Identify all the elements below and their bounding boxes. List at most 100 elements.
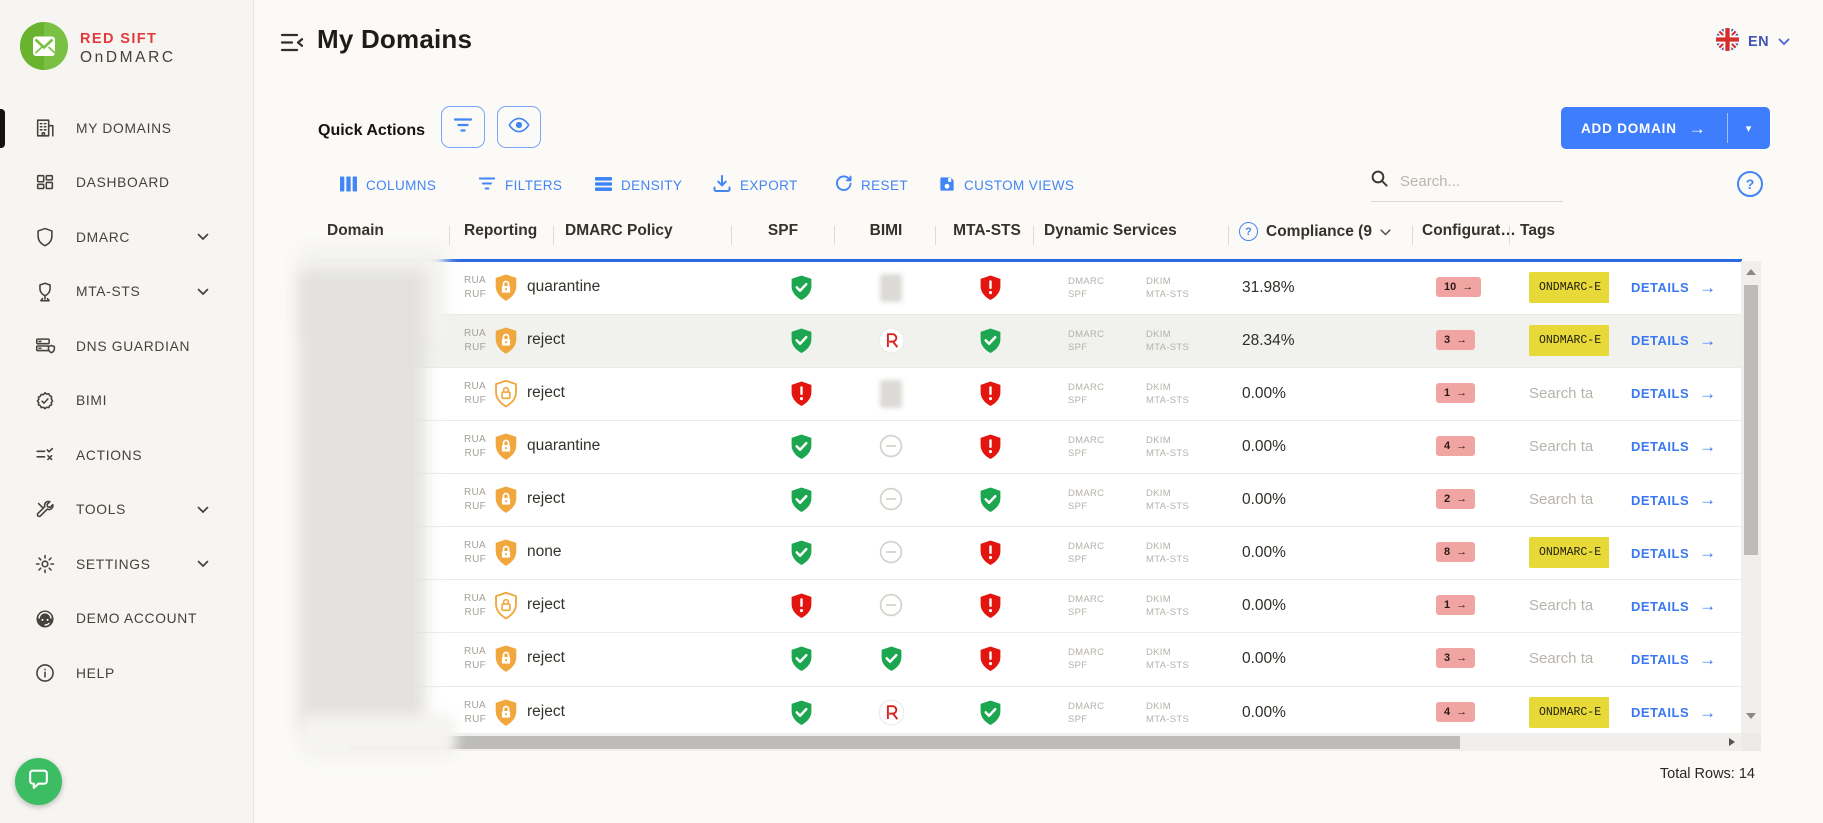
language-selector[interactable]: EN	[1716, 28, 1790, 56]
column-header-configuration[interactable]: Configurat…	[1422, 222, 1516, 240]
dmarc-policy-value: quarantine	[527, 437, 600, 455]
tag-badge[interactable]: ONDMARC-E	[1529, 537, 1611, 568]
search-input[interactable]	[1398, 172, 1552, 191]
sidebar-item-tools[interactable]: TOOLS	[0, 483, 253, 538]
spf-status-pass-icon	[770, 539, 832, 572]
toolbar-button-custom-views[interactable]: CUSTOM VIEWS	[939, 172, 1074, 198]
sidebar-item-mta-sts[interactable]: MTA-STS	[0, 265, 253, 320]
column-header-compliance[interactable]: ? Compliance (9	[1239, 222, 1391, 241]
tag-badge[interactable]: ONDMARC-E	[1529, 697, 1611, 728]
table-row[interactable]: RUARUFrejectDMARCSPFDKIMMTA-STS0.00%4 →O…	[318, 687, 1742, 740]
details-link[interactable]: DETAILS→	[1609, 474, 1741, 526]
arrow-right-icon: →	[1456, 493, 1467, 505]
scroll-down-arrow[interactable]	[1746, 713, 1756, 719]
configuration-badge[interactable]: 4 →	[1436, 702, 1475, 722]
details-link[interactable]: DETAILS→	[1609, 580, 1741, 632]
sidebar-item-demo-account[interactable]: DEMO ACCOUNT	[0, 592, 253, 647]
horizontal-scrollbar-thumb[interactable]	[348, 736, 1460, 749]
sidebar-item-help[interactable]: HELP	[0, 646, 253, 701]
columns-icon	[340, 176, 357, 195]
tag-badge[interactable]: ONDMARC-E	[1529, 325, 1611, 356]
column-header-spf[interactable]: SPF	[752, 222, 814, 240]
configuration-badge[interactable]: 1 →	[1436, 383, 1475, 403]
arrow-right-icon: →	[1456, 440, 1467, 452]
column-header-domain[interactable]: Domain	[327, 222, 384, 240]
chat-launcher-button[interactable]	[15, 758, 62, 805]
configuration-badge[interactable]: 4 →	[1436, 436, 1475, 456]
configuration-badge[interactable]: 1 →	[1436, 595, 1475, 615]
vertical-scrollbar-thumb[interactable]	[1744, 285, 1758, 555]
table-row[interactable]: RUARUFrejectDMARCSPFDKIMMTA-STS28.34%3 →…	[318, 315, 1742, 368]
mta-sts-status-pass-icon	[959, 699, 1021, 732]
add-domain-button[interactable]: ADD DOMAIN →	[1561, 107, 1727, 149]
table-row[interactable]: RUARUFquarantineDMARCSPFDKIMMTA-STS31.98…	[318, 262, 1742, 315]
sidebar-item-dmarc[interactable]: DMARC	[0, 210, 253, 265]
column-header-dmarc-policy[interactable]: DMARC Policy	[565, 222, 673, 240]
mta-sts-status-fail-icon	[959, 645, 1021, 678]
arrow-right-icon: →	[1456, 334, 1467, 346]
sidebar-item-actions[interactable]: ACTIONS	[0, 428, 253, 483]
details-link[interactable]: DETAILS→	[1609, 315, 1741, 367]
details-link[interactable]: DETAILS→	[1609, 421, 1741, 473]
blurred-bimi-logo	[880, 274, 902, 302]
vertical-scrollbar[interactable]	[1741, 261, 1761, 733]
column-header-bimi[interactable]: BIMI	[857, 222, 915, 240]
visibility-button[interactable]	[497, 106, 541, 148]
brand-logo[interactable]: RED SIFT OnDMARC	[20, 22, 176, 75]
toolbar-button-filters[interactable]: FILTERS	[478, 172, 562, 198]
spf-status-fail-icon	[770, 592, 832, 625]
column-header-mta-sts[interactable]: MTA-STS	[945, 222, 1029, 240]
configuration-badge[interactable]: 2 →	[1436, 489, 1475, 509]
configuration-badge[interactable]: 10 →	[1436, 277, 1481, 297]
sidebar-item-dashboard[interactable]: DASHBOARD	[0, 156, 253, 211]
tag-search-placeholder[interactable]: Search ta	[1529, 597, 1593, 614]
details-link[interactable]: DETAILS→	[1609, 527, 1741, 579]
column-header-reporting[interactable]: Reporting	[464, 222, 537, 240]
table-row[interactable]: RUARUFrejectDMARCSPFDKIMMTA-STS0.00%1 →S…	[318, 368, 1742, 421]
details-link[interactable]: DETAILS→	[1609, 262, 1741, 314]
help-circle-icon[interactable]: ?	[1239, 222, 1258, 241]
configuration-badge[interactable]: 3 →	[1436, 330, 1475, 350]
compliance-value: 0.00%	[1242, 544, 1286, 562]
sidebar-item-my-domains[interactable]: MY DOMAINS	[0, 101, 253, 156]
toolbar-button-export[interactable]: EXPORT	[713, 172, 798, 198]
bimi-status-not-set-icon	[860, 539, 922, 570]
scrollbar-corner	[1741, 733, 1761, 751]
tag-search-placeholder[interactable]: Search ta	[1529, 491, 1593, 508]
scroll-right-arrow[interactable]	[1729, 738, 1735, 746]
column-header-tags[interactable]: Tags	[1520, 222, 1555, 240]
configuration-badge[interactable]: 8 →	[1436, 542, 1475, 562]
details-link[interactable]: DETAILS→	[1609, 633, 1741, 685]
table-row[interactable]: RUARUFrejectDMARCSPFDKIMMTA-STS0.00%3 →S…	[318, 633, 1742, 686]
spf-status-fail-icon	[770, 380, 832, 413]
details-link[interactable]: DETAILS→	[1609, 687, 1741, 739]
sort-chevron-icon[interactable]	[1380, 223, 1391, 241]
configuration-badge[interactable]: 3 →	[1436, 648, 1475, 668]
tag-search-placeholder[interactable]: Search ta	[1529, 650, 1593, 667]
tag-search-placeholder[interactable]: Search ta	[1529, 385, 1593, 402]
page-title: My Domains	[317, 24, 472, 55]
horizontal-scrollbar[interactable]	[318, 733, 1742, 751]
quick-filter-button[interactable]	[441, 106, 485, 148]
help-button[interactable]: ?	[1737, 171, 1763, 197]
scroll-up-arrow[interactable]	[1746, 269, 1756, 275]
tag-badge[interactable]: ONDMARC-E	[1529, 272, 1611, 303]
sidebar-item-dns-guardian[interactable]: DNS GUARDIAN	[0, 319, 253, 374]
compliance-value: 0.00%	[1242, 491, 1286, 509]
dmarc-policy-value: quarantine	[527, 278, 600, 296]
add-domain-dropdown-button[interactable]: ▾	[1728, 107, 1770, 149]
table-row[interactable]: RUARUFnoneDMARCSPFDKIMMTA-STS0.00%8 →OND…	[318, 527, 1742, 580]
details-link[interactable]: DETAILS→	[1609, 368, 1741, 420]
sidebar-item-bimi[interactable]: BIMI	[0, 374, 253, 429]
table-row[interactable]: RUARUFquarantineDMARCSPFDKIMMTA-STS0.00%…	[318, 421, 1742, 474]
toolbar-button-columns[interactable]: COLUMNS	[340, 172, 436, 198]
table-row[interactable]: RUARUFrejectDMARCSPFDKIMMTA-STS0.00%1 →S…	[318, 580, 1742, 633]
dmarc-policy-value: reject	[527, 490, 565, 508]
collapse-sidebar-icon[interactable]	[279, 31, 306, 59]
toolbar-button-reset[interactable]: RESET	[835, 172, 908, 198]
tag-search-placeholder[interactable]: Search ta	[1529, 438, 1593, 455]
sidebar-item-settings[interactable]: SETTINGS	[0, 537, 253, 592]
column-header-dynamic-services[interactable]: Dynamic Services	[1044, 222, 1177, 240]
toolbar-button-density[interactable]: DENSITY	[595, 172, 682, 198]
table-row[interactable]: RUARUFrejectDMARCSPFDKIMMTA-STS0.00%2 →S…	[318, 474, 1742, 527]
